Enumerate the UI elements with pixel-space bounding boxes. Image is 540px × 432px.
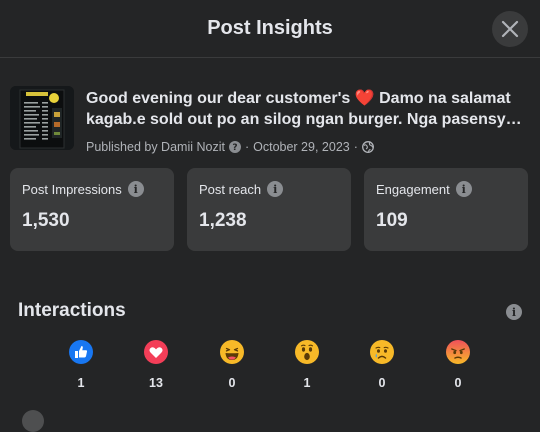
haha-icon: [220, 340, 244, 364]
stat-value: 1,238: [199, 210, 247, 231]
info-icon[interactable]: i: [127, 181, 144, 197]
stat-card-engagement: Engagement i 109: [364, 168, 528, 251]
reaction-count: 0: [378, 376, 386, 390]
reaction-count: 0: [228, 376, 236, 390]
close-icon: [501, 20, 519, 38]
menu-board-image: [10, 86, 74, 150]
info-icon[interactable]: i: [267, 181, 284, 197]
svg-text:?: ?: [232, 143, 237, 153]
reaction-angry[interactable]: 0: [438, 340, 478, 390]
stat-card-impressions: Post Impressions i 1,530: [10, 168, 174, 251]
dialog-header: Post Insights: [0, 0, 540, 58]
post-text[interactable]: Good evening our dear customer's ❤️ Damo…: [86, 88, 526, 130]
stat-value: 109: [376, 210, 408, 231]
post-meta: Published by Damii Nozit ? · October 29,…: [86, 140, 374, 154]
post-summary: Good evening our dear customer's ❤️ Damo…: [10, 86, 530, 156]
stat-card-reach: Post reach i 1,238: [187, 168, 351, 251]
angry-icon: [446, 340, 470, 364]
dialog-title: Post Insights: [207, 17, 333, 39]
reaction-like[interactable]: 1: [61, 340, 101, 390]
reaction-haha[interactable]: 0: [212, 340, 252, 390]
reaction-wow[interactable]: 1: [287, 340, 327, 390]
stat-value: 1,530: [22, 210, 70, 231]
info-icon[interactable]: i: [455, 181, 472, 197]
post-thumbnail[interactable]: [10, 86, 74, 150]
meta-separator: ·: [244, 140, 250, 154]
stat-label: Engagement: [376, 181, 450, 197]
wow-icon: [295, 340, 319, 364]
reaction-love[interactable]: 13: [136, 340, 176, 390]
stat-label: Post reach: [199, 181, 262, 197]
reaction-count: 1: [303, 376, 311, 390]
published-by: Published by Damii Nozit: [86, 140, 225, 154]
like-icon: [69, 340, 93, 364]
avatar: [22, 410, 44, 432]
help-icon[interactable]: ?: [228, 141, 241, 153]
reaction-count: 1: [77, 376, 85, 390]
meta-separator-2: ·: [353, 140, 358, 154]
stat-label: Post Impressions: [22, 181, 122, 197]
reaction-count: 13: [149, 376, 163, 390]
post-date[interactable]: October 29, 2023: [253, 140, 350, 154]
info-icon[interactable]: i: [506, 304, 522, 320]
close-button[interactable]: [492, 11, 528, 47]
love-icon: [144, 340, 168, 364]
reaction-count: 0: [454, 376, 462, 390]
sad-icon: [370, 340, 394, 364]
interactions-title: Interactions: [18, 300, 126, 321]
globe-icon: [361, 141, 374, 153]
reaction-sad[interactable]: 0: [362, 340, 402, 390]
